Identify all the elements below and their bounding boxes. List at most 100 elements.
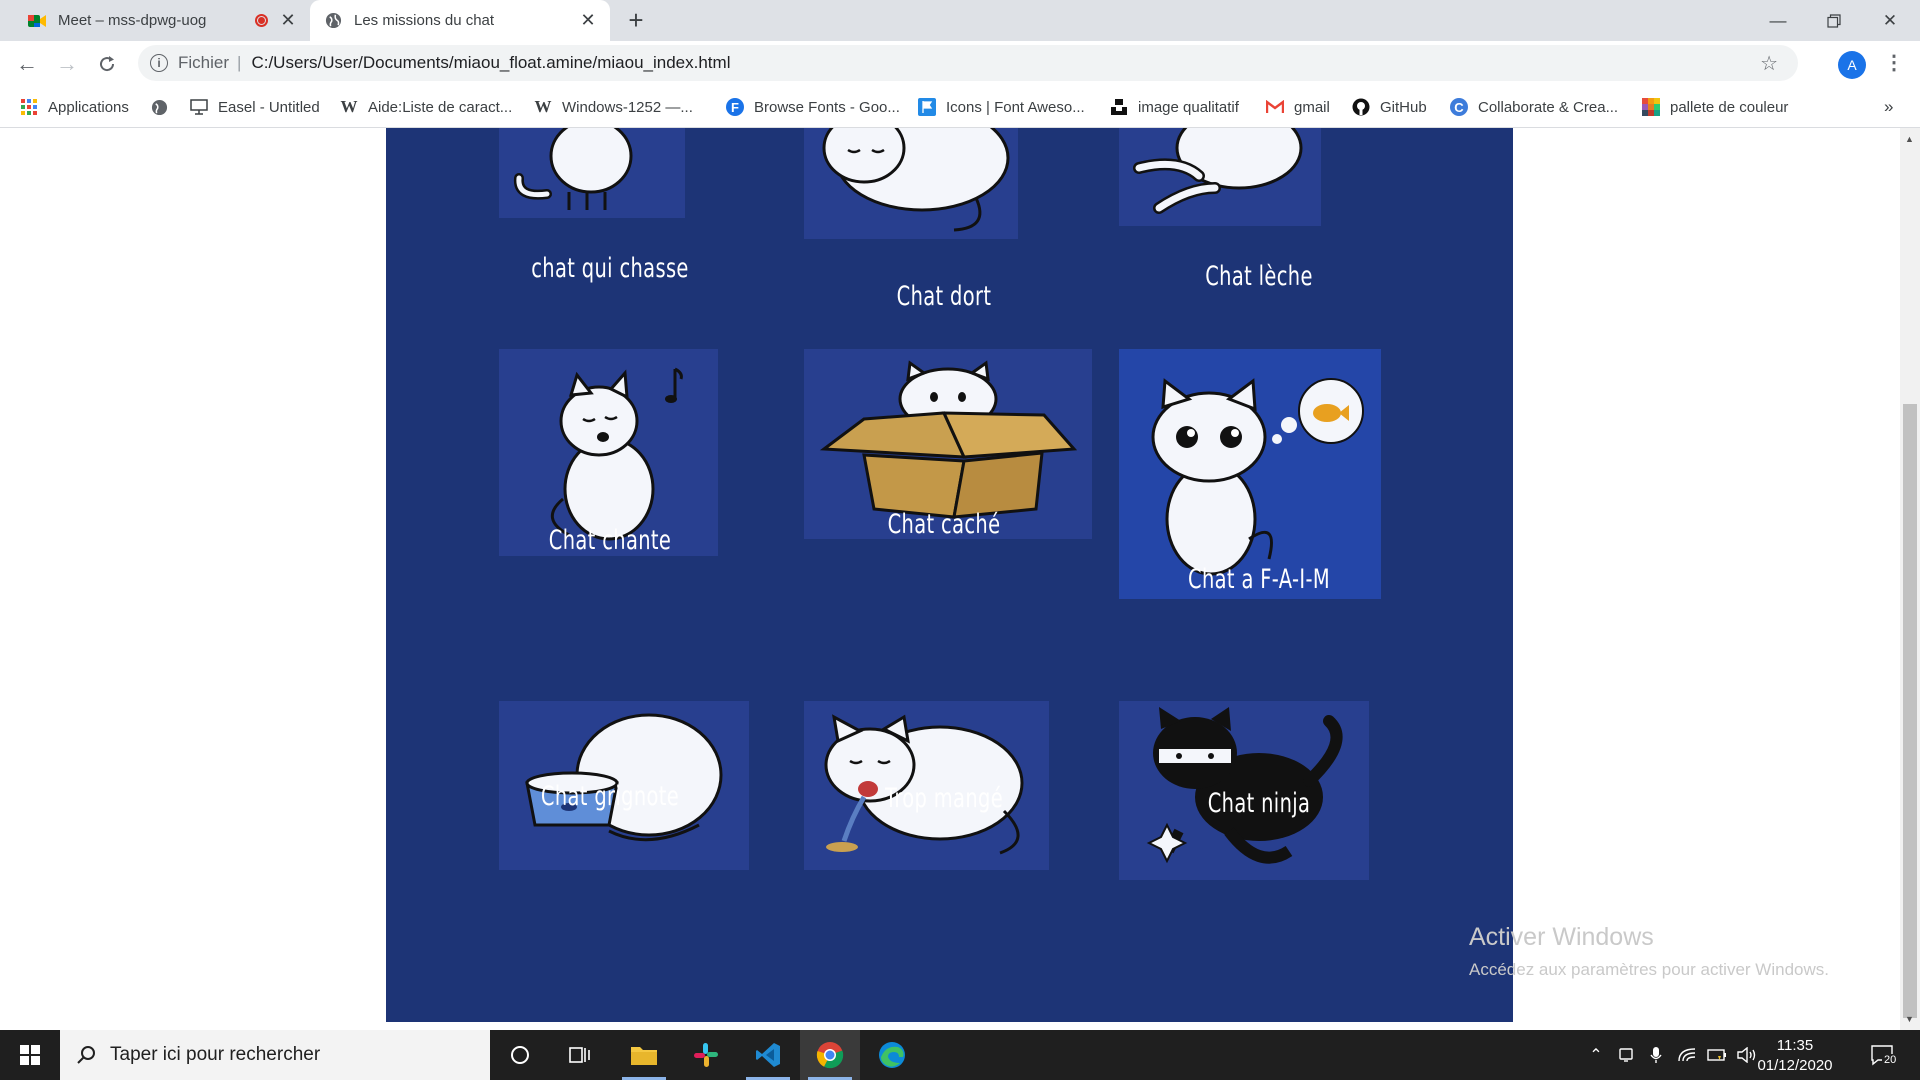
- bookmark-label: Icons | Font Aweso...: [946, 98, 1085, 116]
- caption-chat-grignote: Chat grignote: [540, 781, 680, 812]
- bookmark-google-fonts[interactable]: F Browse Fonts - Goo...: [726, 96, 900, 118]
- caption-trop-mange: Trop mangé: [884, 783, 1004, 814]
- info-icon[interactable]: i: [150, 54, 168, 72]
- gmail-icon: [1266, 98, 1284, 116]
- url-text: C:/Users/User/Documents/miaou_float.amin…: [251, 53, 731, 72]
- wifi-icon[interactable]: [1674, 1030, 1700, 1080]
- bookmark-github[interactable]: GitHub: [1352, 96, 1427, 118]
- battery-icon[interactable]: [1704, 1030, 1730, 1080]
- bookmark-label: Aide:Liste de caract...: [368, 98, 513, 116]
- bookmarks-bar: Applications Easel - Untitled W Aide:Lis…: [0, 86, 1920, 128]
- canva-icon: C: [1450, 98, 1468, 116]
- bookmark-star-icon[interactable]: ☆: [1760, 51, 1778, 76]
- bookmark-font-awesome[interactable]: Icons | Font Aweso...: [918, 96, 1085, 118]
- microphone-icon[interactable]: [1644, 1030, 1668, 1080]
- github-icon: [1352, 98, 1370, 116]
- bookmark-windows1252[interactable]: W Windows-1252 —...: [534, 96, 693, 118]
- caption-chat-dort: Chat dort: [896, 281, 992, 312]
- bookmark-image-qualitatif[interactable]: image qualitatif: [1110, 96, 1239, 118]
- clock-time: 11:35: [1776, 1037, 1814, 1054]
- bookmark-palette[interactable]: pallete de couleur: [1642, 96, 1788, 118]
- bookmark-label: Collaborate & Crea...: [1478, 98, 1619, 116]
- close-tab-icon[interactable]: ✕: [578, 10, 598, 31]
- tab-meet[interactable]: Meet – mss-dpwg-uog ✕: [14, 0, 310, 41]
- palette-icon: [1642, 98, 1660, 116]
- task-view-icon[interactable]: [550, 1030, 610, 1080]
- font-awesome-flag-icon: [918, 98, 936, 116]
- caption-chat-chante: Chat chante: [548, 525, 672, 556]
- google-fonts-icon: F: [726, 98, 744, 116]
- easel-icon: [190, 98, 208, 116]
- scrollbar-thumb[interactable]: [1903, 404, 1917, 1018]
- cat-licking-image: [1119, 128, 1321, 226]
- meet-present-icon[interactable]: [1614, 1030, 1638, 1080]
- globe-icon: [150, 98, 168, 116]
- tab-missions[interactable]: Les missions du chat ✕: [310, 0, 610, 41]
- reload-icon[interactable]: [92, 49, 122, 79]
- vertical-scrollbar[interactable]: ▲ ▼: [1900, 128, 1920, 1030]
- page-viewport: chat qui chasse Chat dort Chat lèche Cha…: [0, 128, 1900, 1030]
- scroll-up-icon[interactable]: ▲: [1905, 134, 1914, 144]
- google-meet-icon: [28, 12, 46, 30]
- missions-panel: chat qui chasse Chat dort Chat lèche Cha…: [386, 128, 1513, 1022]
- globe-icon: [324, 12, 342, 30]
- separator: |: [237, 53, 242, 72]
- caption-chat-cache: Chat caché: [887, 509, 1001, 540]
- file-explorer-icon[interactable]: [614, 1030, 674, 1080]
- taskbar-search-box[interactable]: Taper ici pour rechercher: [60, 1030, 490, 1080]
- new-tab-button[interactable]: +: [622, 7, 650, 35]
- notification-count: 20: [1882, 1054, 1899, 1066]
- tab-title: Meet – mss-dpwg-uog: [58, 12, 207, 29]
- bookmark-label: Easel - Untitled: [218, 98, 320, 116]
- restore-icon[interactable]: [1806, 0, 1862, 41]
- cortana-icon[interactable]: [490, 1030, 550, 1080]
- wikipedia-icon: W: [534, 97, 552, 116]
- windows-taskbar: Taper ici pour rechercher ⌃ 11:35 01/12/…: [0, 1030, 1920, 1080]
- slack-icon[interactable]: [676, 1030, 736, 1080]
- wikipedia-icon: W: [340, 97, 358, 116]
- forward-arrow-icon[interactable]: →: [52, 49, 82, 79]
- minimize-icon[interactable]: —: [1750, 0, 1806, 41]
- address-bar[interactable]: i Fichier | C:/Users/User/Documents/miao…: [138, 45, 1798, 81]
- bookmark-canva[interactable]: C Collaborate & Crea...: [1450, 96, 1618, 118]
- caption-chat-faim: Chat a F-A-I-M: [1188, 564, 1330, 595]
- back-arrow-icon[interactable]: ←: [12, 49, 42, 79]
- browser-window: Meet – mss-dpwg-uog ✕ Les missions du ch…: [0, 0, 1920, 1080]
- close-window-icon[interactable]: ✕: [1862, 0, 1918, 41]
- edge-icon[interactable]: [862, 1030, 922, 1080]
- browser-toolbar: ← → i Fichier | C:/Users/User/Documents/…: [0, 41, 1920, 86]
- search-icon: [76, 1045, 96, 1065]
- bookmarks-overflow-icon[interactable]: »: [1884, 96, 1893, 118]
- unsplash-icon: [1110, 98, 1128, 116]
- show-hidden-icons-chevron-icon[interactable]: ⌃: [1584, 1030, 1608, 1080]
- bookmark-label: GitHub: [1380, 98, 1427, 116]
- bookmark-globe[interactable]: [150, 96, 178, 118]
- caption-chat-ninja: Chat ninja: [1207, 788, 1311, 819]
- scheme-label: Fichier: [178, 53, 230, 72]
- activate-windows-title: Activer Windows: [1469, 923, 1654, 951]
- chrome-icon[interactable]: [800, 1030, 860, 1080]
- windows-start-icon[interactable]: [0, 1030, 60, 1080]
- bookmark-gmail[interactable]: gmail: [1266, 96, 1330, 118]
- bookmark-aide[interactable]: W Aide:Liste de caract...: [340, 96, 513, 118]
- apps-grid-icon: [20, 98, 38, 116]
- scroll-down-icon[interactable]: ▼: [1905, 1014, 1914, 1024]
- caption-chat-leche: Chat lèche: [1205, 261, 1313, 292]
- notification-center-icon[interactable]: 20: [1860, 1030, 1904, 1080]
- vscode-icon[interactable]: [738, 1030, 798, 1080]
- close-tab-icon[interactable]: ✕: [278, 10, 298, 31]
- bookmark-label: pallete de couleur: [1670, 98, 1789, 116]
- search-placeholder: Taper ici pour rechercher: [110, 1044, 321, 1065]
- profile-avatar[interactable]: A: [1838, 51, 1866, 79]
- taskbar-clock[interactable]: 11:35 01/12/2020: [1750, 1036, 1840, 1076]
- bookmark-easel[interactable]: Easel - Untitled: [190, 96, 320, 118]
- tab-title: Les missions du chat: [354, 12, 495, 29]
- bookmark-label: Applications: [48, 98, 129, 116]
- caption-chat-qui-chasse: chat qui chasse: [531, 253, 689, 284]
- tab-strip: Meet – mss-dpwg-uog ✕ Les missions du ch…: [0, 0, 1920, 41]
- activate-windows-subtitle: Accédez aux paramètres pour activer Wind…: [1469, 960, 1829, 979]
- menu-kebab-icon[interactable]: ⋮: [1884, 50, 1904, 75]
- bookmark-applications[interactable]: Applications: [20, 96, 129, 118]
- cat-hungry-fish-image: [1119, 349, 1381, 599]
- cat-sleeping-image: [804, 128, 1018, 239]
